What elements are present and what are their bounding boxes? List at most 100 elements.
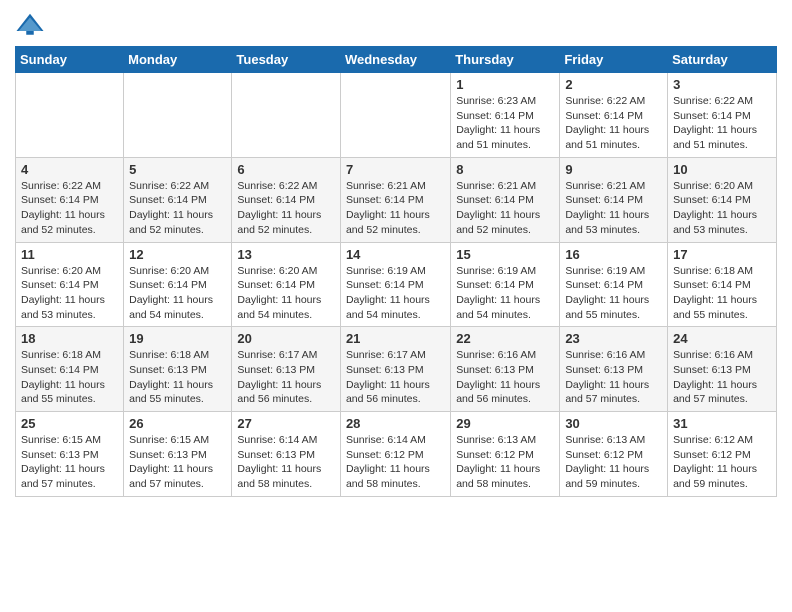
calendar-cell: 7 Sunrise: 6:21 AM Sunset: 6:14 PM Daylig… [340, 157, 450, 242]
logo-icon [15, 10, 45, 40]
day-number: 3 [673, 77, 771, 92]
day-number: 29 [456, 416, 554, 431]
day-info: Sunrise: 6:17 AM Sunset: 6:13 PM Dayligh… [237, 348, 335, 407]
calendar-cell: 13 Sunrise: 6:20 AM Sunset: 6:14 PM Dayli… [232, 242, 341, 327]
calendar-cell [124, 73, 232, 158]
day-number: 20 [237, 331, 335, 346]
day-info: Sunrise: 6:21 AM Sunset: 6:14 PM Dayligh… [346, 179, 445, 238]
day-number: 11 [21, 247, 118, 262]
day-info: Sunrise: 6:20 AM Sunset: 6:14 PM Dayligh… [237, 264, 335, 323]
day-number: 2 [565, 77, 662, 92]
calendar-week-1: 1 Sunrise: 6:23 AM Sunset: 6:14 PM Daylig… [16, 73, 777, 158]
day-info: Sunrise: 6:18 AM Sunset: 6:13 PM Dayligh… [129, 348, 226, 407]
calendar-header-tuesday: Tuesday [232, 47, 341, 73]
day-number: 16 [565, 247, 662, 262]
day-info: Sunrise: 6:19 AM Sunset: 6:14 PM Dayligh… [456, 264, 554, 323]
calendar-cell: 15 Sunrise: 6:19 AM Sunset: 6:14 PM Dayli… [451, 242, 560, 327]
calendar-cell: 6Sunrise: 6:22 AM Sunset: 6:14 PM Daylig… [232, 157, 341, 242]
day-number: 17 [673, 247, 771, 262]
calendar-cell [340, 73, 450, 158]
calendar-week-4: 18 Sunrise: 6:18 AM Sunset: 6:14 PM Dayli… [16, 327, 777, 412]
logo [15, 10, 49, 40]
day-info: Sunrise: 6:18 AM Sunset: 6:14 PM Dayligh… [673, 264, 771, 323]
day-number: 21 [346, 331, 445, 346]
day-info: Sunrise: 6:14 AM Sunset: 6:12 PM Dayligh… [346, 433, 445, 492]
day-number: 5 [129, 162, 226, 177]
day-info: Sunrise: 6:16 AM Sunset: 6:13 PM Dayligh… [673, 348, 771, 407]
day-number: 23 [565, 331, 662, 346]
day-number: 22 [456, 331, 554, 346]
day-info: Sunrise: 6:15 AM Sunset: 6:13 PM Dayligh… [129, 433, 226, 492]
calendar-cell: 9Sunrise: 6:21 AM Sunset: 6:14 PM Daylig… [560, 157, 668, 242]
calendar-cell: 2 Sunrise: 6:22 AM Sunset: 6:14 PM Daylig… [560, 73, 668, 158]
day-info: Sunrise: 6:21 AM Sunset: 6:14 PM Dayligh… [456, 179, 554, 238]
calendar-cell: 27 Sunrise: 6:14 AM Sunset: 6:13 PM Dayli… [232, 412, 341, 497]
calendar-header-row: SundayMondayTuesdayWednesdayThursdayFrid… [16, 47, 777, 73]
day-info: Sunrise: 6:18 AM Sunset: 6:14 PM Dayligh… [21, 348, 118, 407]
day-info: Sunrise: 6:15 AM Sunset: 6:13 PM Dayligh… [21, 433, 118, 492]
day-number: 12 [129, 247, 226, 262]
day-number: 7 [346, 162, 445, 177]
day-number: 31 [673, 416, 771, 431]
day-info: Sunrise: 6:13 AM Sunset: 6:12 PM Dayligh… [456, 433, 554, 492]
calendar-cell: 26Sunrise: 6:15 AM Sunset: 6:13 PM Dayli… [124, 412, 232, 497]
calendar-cell: 4 Sunrise: 6:22 AM Sunset: 6:14 PM Daylig… [16, 157, 124, 242]
day-number: 18 [21, 331, 118, 346]
day-number: 14 [346, 247, 445, 262]
day-number: 9 [565, 162, 662, 177]
calendar-cell: 25 Sunrise: 6:15 AM Sunset: 6:13 PM Dayli… [16, 412, 124, 497]
page-header [15, 10, 777, 40]
day-info: Sunrise: 6:19 AM Sunset: 6:14 PM Dayligh… [346, 264, 445, 323]
day-number: 15 [456, 247, 554, 262]
calendar-week-5: 25 Sunrise: 6:15 AM Sunset: 6:13 PM Dayli… [16, 412, 777, 497]
calendar-cell: 24 Sunrise: 6:16 AM Sunset: 6:13 PM Dayli… [668, 327, 777, 412]
calendar-cell: 20 Sunrise: 6:17 AM Sunset: 6:13 PM Dayli… [232, 327, 341, 412]
calendar-cell: 23 Sunrise: 6:16 AM Sunset: 6:13 PM Dayli… [560, 327, 668, 412]
day-number: 6 [237, 162, 335, 177]
calendar-cell: 30 Sunrise: 6:13 AM Sunset: 6:12 PM Dayli… [560, 412, 668, 497]
day-info: Sunrise: 6:20 AM Sunset: 6:14 PM Dayligh… [673, 179, 771, 238]
calendar-week-2: 4 Sunrise: 6:22 AM Sunset: 6:14 PM Daylig… [16, 157, 777, 242]
calendar-cell: 29 Sunrise: 6:13 AM Sunset: 6:12 PM Dayli… [451, 412, 560, 497]
day-info: Sunrise: 6:19 AM Sunset: 6:14 PM Dayligh… [565, 264, 662, 323]
calendar-cell [232, 73, 341, 158]
day-info: Sunrise: 6:16 AM Sunset: 6:13 PM Dayligh… [565, 348, 662, 407]
calendar-cell: 5 Sunrise: 6:22 AM Sunset: 6:14 PM Daylig… [124, 157, 232, 242]
day-number: 25 [21, 416, 118, 431]
calendar-cell: 16 Sunrise: 6:19 AM Sunset: 6:14 PM Dayli… [560, 242, 668, 327]
day-info: Sunrise: 6:12 AM Sunset: 6:12 PM Dayligh… [673, 433, 771, 492]
calendar-cell: 3 Sunrise: 6:22 AM Sunset: 6:14 PM Daylig… [668, 73, 777, 158]
day-number: 4 [21, 162, 118, 177]
day-number: 1 [456, 77, 554, 92]
calendar-header-wednesday: Wednesday [340, 47, 450, 73]
calendar: SundayMondayTuesdayWednesdayThursdayFrid… [15, 46, 777, 497]
calendar-header-sunday: Sunday [16, 47, 124, 73]
calendar-cell: 17 Sunrise: 6:18 AM Sunset: 6:14 PM Dayli… [668, 242, 777, 327]
day-info: Sunrise: 6:14 AM Sunset: 6:13 PM Dayligh… [237, 433, 335, 492]
day-info: Sunrise: 6:13 AM Sunset: 6:12 PM Dayligh… [565, 433, 662, 492]
day-number: 13 [237, 247, 335, 262]
calendar-cell: 22Sunrise: 6:16 AM Sunset: 6:13 PM Dayli… [451, 327, 560, 412]
calendar-cell: 31 Sunrise: 6:12 AM Sunset: 6:12 PM Dayli… [668, 412, 777, 497]
day-info: Sunrise: 6:22 AM Sunset: 6:14 PM Dayligh… [129, 179, 226, 238]
calendar-cell [16, 73, 124, 158]
day-info: Sunrise: 6:20 AM Sunset: 6:14 PM Dayligh… [21, 264, 118, 323]
calendar-week-3: 11 Sunrise: 6:20 AM Sunset: 6:14 PM Dayli… [16, 242, 777, 327]
calendar-cell: 8Sunrise: 6:21 AM Sunset: 6:14 PM Daylig… [451, 157, 560, 242]
calendar-header-monday: Monday [124, 47, 232, 73]
calendar-cell: 21 Sunrise: 6:17 AM Sunset: 6:13 PM Dayli… [340, 327, 450, 412]
day-info: Sunrise: 6:22 AM Sunset: 6:14 PM Dayligh… [565, 94, 662, 153]
day-info: Sunrise: 6:22 AM Sunset: 6:14 PM Dayligh… [673, 94, 771, 153]
day-number: 24 [673, 331, 771, 346]
calendar-cell: 11 Sunrise: 6:20 AM Sunset: 6:14 PM Dayli… [16, 242, 124, 327]
calendar-cell: 12 Sunrise: 6:20 AM Sunset: 6:14 PM Dayli… [124, 242, 232, 327]
day-number: 10 [673, 162, 771, 177]
day-info: Sunrise: 6:17 AM Sunset: 6:13 PM Dayligh… [346, 348, 445, 407]
day-info: Sunrise: 6:20 AM Sunset: 6:14 PM Dayligh… [129, 264, 226, 323]
day-number: 30 [565, 416, 662, 431]
calendar-cell: 19Sunrise: 6:18 AM Sunset: 6:13 PM Dayli… [124, 327, 232, 412]
calendar-cell: 10 Sunrise: 6:20 AM Sunset: 6:14 PM Dayli… [668, 157, 777, 242]
day-number: 27 [237, 416, 335, 431]
day-info: Sunrise: 6:23 AM Sunset: 6:14 PM Dayligh… [456, 94, 554, 153]
day-info: Sunrise: 6:22 AM Sunset: 6:14 PM Dayligh… [21, 179, 118, 238]
